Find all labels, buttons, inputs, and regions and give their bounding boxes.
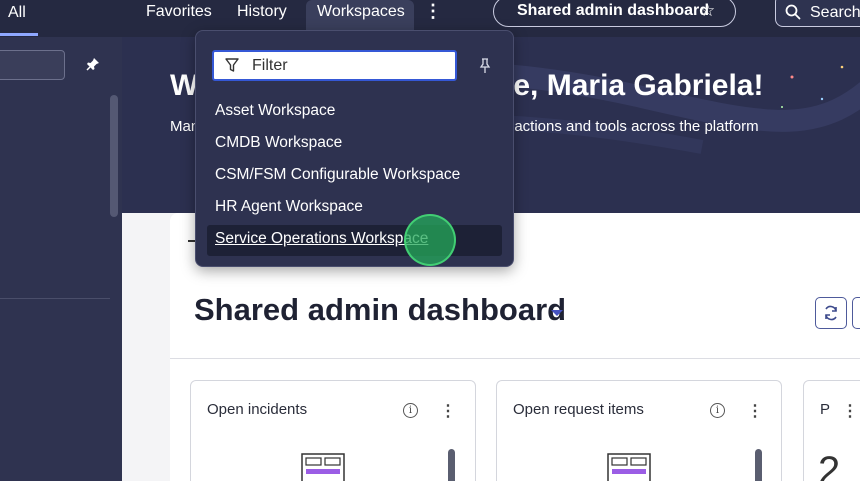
click-indicator	[404, 214, 456, 266]
widget-scrollbar[interactable]	[448, 449, 455, 481]
global-search-button[interactable]: Search	[775, 0, 860, 27]
widget-menu-icon[interactable]: ⋮	[747, 401, 763, 421]
filter-icon	[225, 58, 239, 72]
nav-history-tab[interactable]: History	[237, 2, 287, 22]
dashboard-caret-down-icon[interactable]	[551, 310, 563, 316]
dashboard-header-divider	[170, 358, 860, 359]
widget-title: Open request items	[513, 401, 644, 418]
pin-icon[interactable]	[86, 57, 100, 71]
widget-partial: P ⋮ 2	[803, 380, 860, 481]
dashboard-options-button[interactable]	[852, 297, 860, 329]
workspaces-dropdown: Asset Workspace CMDB Workspace CSM/FSM C…	[195, 30, 514, 267]
nav-all-active-indicator	[0, 33, 38, 36]
refresh-button[interactable]	[815, 297, 847, 329]
workspaces-filter-input[interactable]	[252, 56, 447, 76]
info-icon[interactable]: i	[403, 403, 418, 418]
pin-icon[interactable]	[479, 58, 491, 74]
sidebar-scrollbar[interactable]	[110, 95, 118, 217]
widget-open-incidents: Open incidents i ⋮	[190, 380, 476, 481]
sidebar-filter-input[interactable]	[0, 50, 65, 80]
favorite-star-icon[interactable]: ☆	[700, 1, 715, 21]
refresh-icon	[825, 305, 837, 321]
search-icon	[785, 4, 801, 20]
dashboard-context-label: Shared admin dashboard	[517, 2, 710, 19]
widget-title: P	[820, 401, 831, 418]
widget-value: 2	[818, 449, 841, 481]
workspaces-filter-field[interactable]	[212, 50, 457, 81]
nav-more-menu-icon[interactable]: ⋮	[424, 1, 442, 22]
nav-favorites-tab[interactable]: Favorites	[146, 2, 212, 22]
widget-menu-icon[interactable]: ⋮	[842, 401, 858, 421]
widget-title: Open incidents	[207, 401, 308, 418]
widget-open-request-items: Open request items i ⋮	[496, 380, 782, 481]
left-sidebar	[0, 37, 122, 481]
menu-item-service-operations-workspace[interactable]: Service Operations Workspace	[215, 230, 428, 248]
menu-item-csm-fsm-workspace[interactable]: CSM/FSM Configurable Workspace	[215, 166, 460, 184]
table-illustration-icon	[301, 453, 345, 481]
menu-item-hr-agent-workspace[interactable]: HR Agent Workspace	[215, 198, 363, 216]
table-illustration-icon	[607, 453, 651, 481]
sidebar-divider	[0, 298, 110, 299]
menu-item-cmdb-workspace[interactable]: CMDB Workspace	[215, 134, 342, 152]
menu-item-asset-workspace[interactable]: Asset Workspace	[215, 102, 335, 120]
widget-scrollbar[interactable]	[755, 449, 762, 481]
dashboard-context-pill[interactable]: Shared admin dashboard ☆	[493, 0, 736, 27]
nav-workspaces-label: Workspaces	[317, 3, 405, 20]
global-search-label: Search	[810, 4, 860, 21]
info-icon[interactable]: i	[710, 403, 725, 418]
widget-menu-icon[interactable]: ⋮	[440, 401, 456, 421]
nav-all-tab[interactable]: All	[8, 0, 26, 24]
dashboard-title: Shared admin dashboard	[194, 292, 567, 327]
